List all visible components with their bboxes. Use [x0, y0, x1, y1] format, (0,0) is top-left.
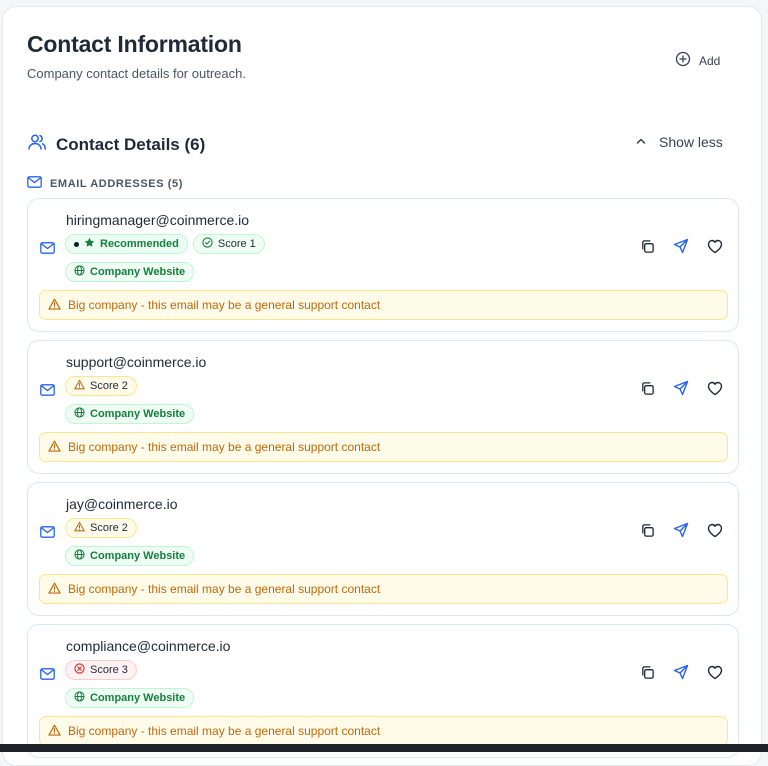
email-addresses-label: EMAIL ADDRESSES (5) — [27, 176, 183, 191]
email-card: hiringmanager@coinmerce.io Recommended S… — [27, 198, 739, 332]
users-icon — [27, 132, 47, 157]
email-card: jay@coinmerce.io Score 2 Company Website — [27, 482, 739, 616]
source-badge: Company Website — [65, 262, 195, 282]
send-icon[interactable] — [672, 663, 690, 681]
heart-icon[interactable] — [706, 521, 724, 539]
warning-triangle-icon — [48, 724, 61, 739]
copy-icon[interactable] — [638, 521, 656, 539]
mail-icon — [40, 667, 55, 685]
globe-icon — [74, 407, 85, 421]
heart-icon[interactable] — [706, 379, 724, 397]
heart-icon[interactable] — [706, 237, 724, 255]
contact-details-title: Contact Details (6) — [56, 134, 206, 154]
copy-icon[interactable] — [638, 663, 656, 681]
source-badge: Company Website — [65, 546, 195, 566]
warning-triangle-icon — [74, 379, 85, 393]
page-title: Contact Information — [27, 31, 242, 57]
chevron-up-icon — [635, 134, 647, 150]
score-badge: Score 2 — [65, 518, 137, 538]
mail-icon — [40, 241, 55, 259]
warning-triangle-icon — [48, 298, 61, 313]
mail-icon — [40, 383, 55, 401]
dot-icon — [74, 241, 79, 247]
plus-circle-icon — [675, 51, 691, 70]
warning-banner: Big company - this email may be a genera… — [39, 716, 728, 746]
warning-triangle-icon — [48, 440, 61, 455]
send-icon[interactable] — [672, 521, 690, 539]
email-addresses-label-text: EMAIL ADDRESSES (5) — [50, 177, 184, 190]
email-card: support@coinmerce.io Score 2 Company Web… — [27, 340, 739, 474]
show-less-label: Show less — [659, 134, 723, 150]
send-icon[interactable] — [672, 379, 690, 397]
email-address[interactable]: support@coinmerce.io — [66, 354, 206, 370]
add-button[interactable]: Add — [675, 51, 720, 70]
score-badge: Score 3 — [65, 660, 137, 680]
copy-icon[interactable] — [638, 237, 656, 255]
bottom-bar — [0, 744, 768, 752]
warning-banner: Big company - this email may be a genera… — [39, 432, 728, 462]
mail-icon — [40, 525, 55, 543]
star-icon — [84, 237, 95, 251]
warning-triangle-icon — [74, 521, 85, 535]
check-circle-icon — [202, 237, 213, 251]
heart-icon[interactable] — [706, 663, 724, 681]
globe-icon — [74, 691, 85, 705]
warning-triangle-icon — [48, 582, 61, 597]
recommended-badge: Recommended — [65, 234, 188, 254]
score-badge: Score 2 — [65, 376, 137, 396]
email-address[interactable]: compliance@coinmerce.io — [66, 638, 230, 654]
warning-banner: Big company - this email may be a genera… — [39, 290, 728, 320]
mail-icon — [27, 176, 42, 191]
warning-banner: Big company - this email may be a genera… — [39, 574, 728, 604]
source-badge: Company Website — [65, 688, 195, 708]
email-address[interactable]: hiringmanager@coinmerce.io — [66, 212, 249, 228]
copy-icon[interactable] — [638, 379, 656, 397]
source-badge: Company Website — [65, 404, 195, 424]
show-less-toggle[interactable]: Show less — [635, 134, 723, 150]
globe-icon — [74, 265, 85, 279]
contact-information-card: Contact Information Company contact deta… — [2, 6, 762, 766]
score-badge: Score 1 — [192, 234, 265, 254]
globe-icon — [74, 549, 85, 563]
add-button-label: Add — [699, 53, 721, 68]
email-card: compliance@coinmerce.io Score 3 Company … — [27, 624, 739, 758]
send-icon[interactable] — [672, 237, 690, 255]
contact-details-header: Contact Details (6) — [27, 132, 205, 157]
x-circle-icon — [74, 663, 85, 677]
email-address[interactable]: jay@coinmerce.io — [66, 496, 177, 512]
page-subtitle: Company contact details for outreach. — [27, 66, 246, 81]
